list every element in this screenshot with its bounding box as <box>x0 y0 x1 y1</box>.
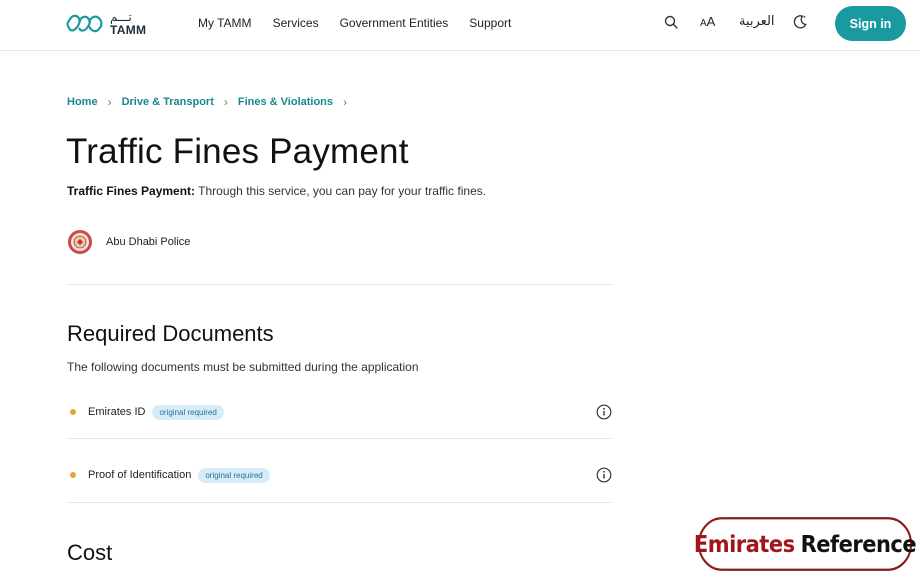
nav-support[interactable]: Support <box>469 16 511 30</box>
required-documents-heading: Required Documents <box>67 321 274 346</box>
font-size-large-label: A <box>706 14 716 29</box>
logo-text: تـــم TAMM <box>110 11 146 36</box>
chevron-right-icon: › <box>223 95 228 109</box>
language-switch[interactable]: العربية <box>739 14 775 29</box>
original-required-badge: original required <box>152 404 224 420</box>
breadcrumb-home[interactable]: Home <box>67 96 98 108</box>
font-size-toggle[interactable]: AA <box>700 14 715 29</box>
logo-arabic: تـــم <box>110 10 132 24</box>
document-name: Emirates ID <box>88 406 146 418</box>
page-title: Traffic Fines Payment <box>66 132 409 171</box>
chevron-right-icon: › <box>343 95 348 109</box>
breadcrumb-fines-violations[interactable]: Fines & Violations <box>238 96 333 108</box>
nav-my-tamm[interactable]: My TAMM <box>198 16 252 30</box>
document-name: Proof of Identification <box>88 469 192 481</box>
logo-english: TAMM <box>110 23 147 37</box>
nav-services[interactable]: Services <box>273 16 319 30</box>
original-required-badge: original required <box>198 467 270 483</box>
cost-heading: Cost <box>67 540 113 565</box>
breadcrumb-drive-transport[interactable]: Drive & Transport <box>122 96 214 108</box>
breadcrumb: Home › Drive & Transport › Fines & Viola… <box>67 95 357 109</box>
info-icon[interactable] <box>596 467 612 488</box>
abu-dhabi-police-emblem-icon <box>68 230 92 254</box>
document-item: Emirates ID original required <box>67 397 612 427</box>
entity-info[interactable]: Abu Dhabi Police <box>67 229 190 255</box>
watermark-part1: Emirates <box>693 530 795 558</box>
entity-name: Abu Dhabi Police <box>106 236 191 248</box>
main-nav: My TAMM Services Government Entities Sup… <box>198 16 532 30</box>
bullet-dot <box>70 409 76 415</box>
dark-mode-moon-icon[interactable] <box>792 14 808 35</box>
service-description: Traffic Fines Payment: Through this serv… <box>67 184 486 198</box>
tamm-logo-icon <box>66 14 103 33</box>
document-item: Proof of Identification original require… <box>67 460 612 490</box>
tamm-logo[interactable]: تـــم TAMM <box>66 10 156 40</box>
row-divider <box>67 438 612 439</box>
site-header: تـــم TAMM My TAMM Services Government E… <box>0 0 920 51</box>
row-divider <box>67 502 612 503</box>
description-text: Through this service, you can pay for yo… <box>195 184 487 198</box>
required-documents-intro: The following documents must be submitte… <box>67 360 419 374</box>
watermark-logo: Emirates Reference <box>694 517 917 571</box>
search-icon[interactable] <box>664 15 678 34</box>
font-size-small-label: A <box>700 18 707 29</box>
description-bold: Traffic Fines Payment: <box>67 184 196 198</box>
section-divider <box>67 284 612 285</box>
info-icon[interactable] <box>596 404 612 425</box>
sign-in-button[interactable]: Sign in <box>835 6 906 41</box>
bullet-dot <box>70 472 76 478</box>
chevron-right-icon: › <box>107 95 112 109</box>
nav-government-entities[interactable]: Government Entities <box>340 16 449 30</box>
watermark-part2: Reference <box>800 530 917 558</box>
